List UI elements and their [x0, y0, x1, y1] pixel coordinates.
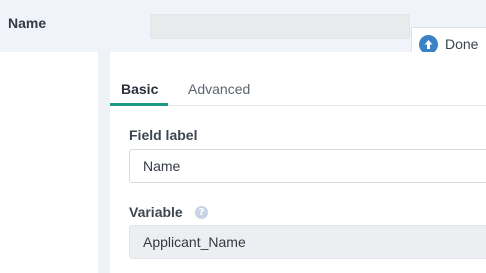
settings-tabs: Basic Advanced	[110, 70, 486, 106]
field-label-input[interactable]: Name	[129, 149, 486, 183]
tab-advanced[interactable]: Advanced	[188, 81, 250, 97]
variable-input[interactable]: Applicant_Name	[129, 225, 486, 259]
form-field-editor: Name Done Basic Advanced Field label Nam…	[0, 0, 486, 273]
variable-value: Applicant_Name	[143, 234, 246, 250]
done-label: Done	[445, 36, 479, 52]
question-circle-icon[interactable]: ?	[195, 206, 208, 219]
panel-gutter	[98, 52, 110, 273]
tab-basic[interactable]: Basic	[121, 81, 158, 97]
arrow-up-circle-icon	[419, 34, 438, 54]
field-preview-input[interactable]	[150, 14, 410, 39]
active-tab-indicator	[110, 103, 168, 106]
variable-label: Variable	[129, 204, 183, 220]
field-name-title: Name	[8, 15, 47, 31]
field-label-value: Name	[143, 158, 181, 174]
left-column	[0, 52, 98, 273]
field-label-label: Field label	[129, 127, 198, 143]
